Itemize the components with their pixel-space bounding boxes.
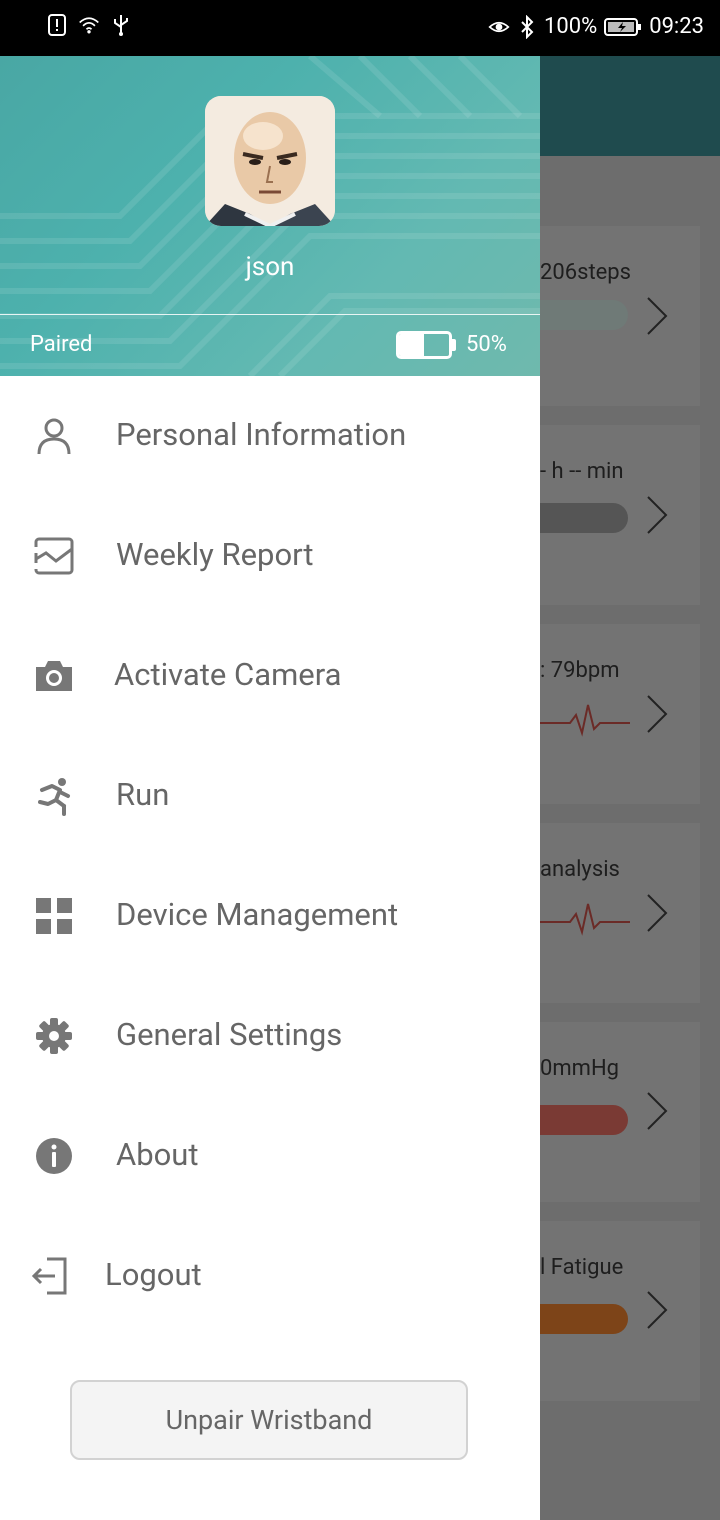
usb-icon: [110, 14, 132, 36]
eye-comfort-icon: [488, 16, 510, 38]
background-card-label: 0mmHg: [540, 1056, 619, 1081]
menu-item-general-settings[interactable]: General Settings: [0, 976, 540, 1096]
logout-icon: [30, 1256, 70, 1296]
status-battery-text: 100%: [543, 14, 598, 39]
menu-item-device-management[interactable]: Device Management: [0, 856, 540, 976]
wifi-icon: [78, 14, 100, 36]
device-battery-fill: [399, 334, 424, 356]
menu-item-personal-information[interactable]: Personal Information: [0, 376, 540, 496]
notification-icon: [46, 14, 68, 36]
device-battery-percent: 50%: [466, 332, 507, 357]
background-card-label: analysis: [540, 857, 620, 882]
device-battery-icon: [396, 331, 452, 359]
avatar[interactable]: [205, 96, 335, 226]
header-divider: [0, 314, 540, 315]
background-progress-bar: [540, 503, 628, 533]
menu-item-weekly-report[interactable]: Weekly Report: [0, 496, 540, 616]
menu-item-about[interactable]: About: [0, 1096, 540, 1216]
chevron-right-icon: [647, 695, 668, 733]
person-icon: [34, 416, 74, 456]
background-card-label: l Fatigue: [540, 1255, 624, 1280]
running-icon: [34, 776, 74, 816]
chevron-right-icon: [647, 496, 668, 534]
background-app-toolbar: [540, 56, 720, 156]
menu-item-label: Run: [116, 776, 170, 813]
status-bar: 100% 09:23: [0, 0, 720, 56]
status-right: 100% 09:23: [488, 14, 704, 39]
camera-icon: [34, 656, 74, 696]
chevron-right-icon: [647, 1092, 668, 1130]
menu-item-label: Personal Information: [116, 416, 407, 453]
drawer-header: json Paired 50%: [0, 56, 540, 376]
ecg-line-icon: [540, 704, 630, 737]
menu-item-label: About: [116, 1136, 199, 1173]
navigation-drawer: json Paired 50% Personal Information Wee…: [0, 56, 540, 1520]
chevron-right-icon: [647, 894, 668, 932]
chevron-right-icon: [647, 1291, 668, 1329]
menu-item-activate-camera[interactable]: Activate Camera: [0, 616, 540, 736]
username: json: [245, 252, 295, 282]
background-progress-bar: [540, 1304, 628, 1334]
menu-item-label: Activate Camera: [114, 656, 342, 693]
bluetooth-icon: [516, 14, 538, 39]
background-progress-bar: [540, 300, 628, 330]
ecg-line-icon: [540, 903, 630, 936]
unpair-wristband-button[interactable]: Unpair Wristband: [70, 1380, 468, 1460]
report-chart-icon: [34, 536, 74, 576]
battery-charging-icon: [603, 16, 643, 38]
chevron-right-icon: [647, 297, 668, 335]
gear-icon: [34, 1016, 74, 1056]
avatar-image: [205, 96, 335, 226]
pair-status: Paired: [30, 332, 93, 357]
background-progress-bar: [540, 1105, 628, 1135]
grid-icon: [34, 896, 74, 936]
background-card-label: 206steps: [540, 260, 632, 285]
status-left-icons: [46, 14, 132, 36]
menu-item-label: Device Management: [116, 896, 399, 933]
device-battery-tip: [452, 339, 456, 351]
drawer-menu: Personal Information Weekly Report Activ…: [0, 376, 540, 1336]
menu-item-logout[interactable]: Logout: [0, 1216, 540, 1336]
background-card-label: - h -- min: [540, 459, 624, 484]
menu-item-label: General Settings: [116, 1016, 343, 1053]
status-time: 09:23: [649, 14, 704, 39]
menu-item-label: Weekly Report: [116, 536, 314, 573]
menu-item-run[interactable]: Run: [0, 736, 540, 856]
menu-item-label: Logout: [105, 1256, 202, 1293]
info-icon: [34, 1136, 74, 1176]
background-card-label: : 79bpm: [540, 658, 620, 683]
